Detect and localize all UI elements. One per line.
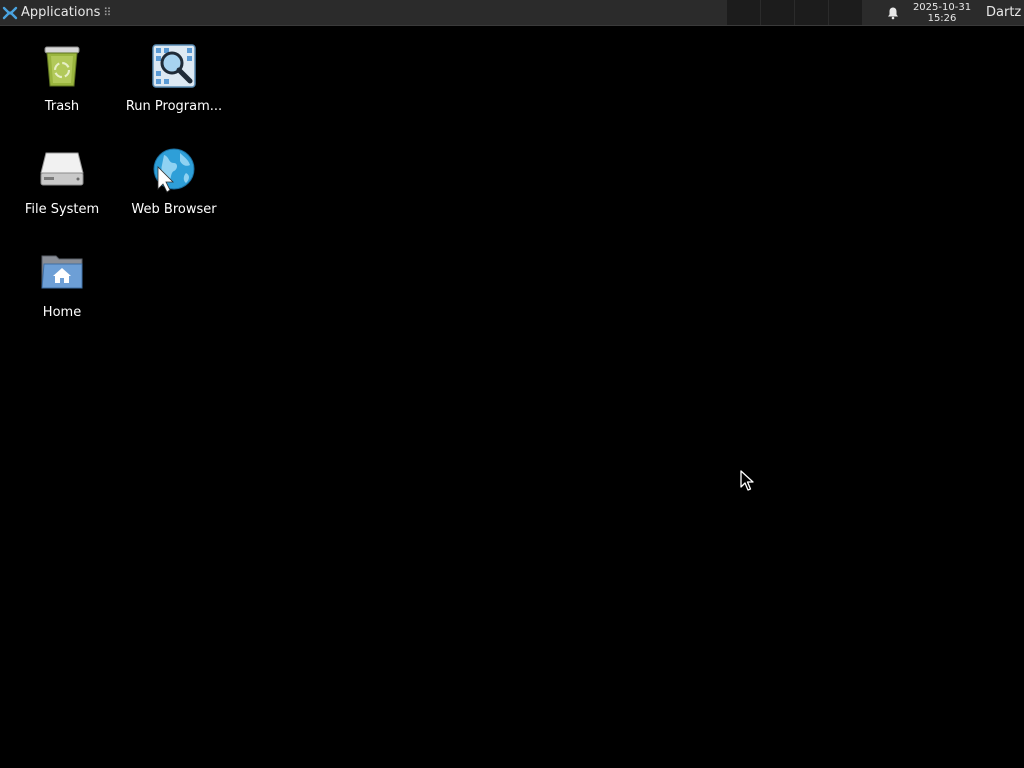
workspace-switcher bbox=[726, 0, 862, 26]
desktop-icon-label: File System bbox=[24, 202, 100, 217]
workspace-2[interactable] bbox=[760, 0, 794, 25]
panel-handle-icon[interactable]: ⠿ bbox=[103, 6, 111, 19]
desktop-icon-label: Run Program... bbox=[125, 99, 223, 114]
applications-label: Applications bbox=[21, 5, 101, 20]
applications-menu-button[interactable]: Applications ⠿ bbox=[0, 0, 115, 26]
workspace-1[interactable] bbox=[726, 0, 760, 25]
desktop-icon-home[interactable]: Home bbox=[10, 248, 114, 321]
desktop-icon-trash[interactable]: Trash bbox=[10, 42, 114, 115]
trash-icon bbox=[44, 46, 80, 87]
xfce-logo-icon bbox=[2, 5, 18, 20]
clock-time: 15:26 bbox=[927, 12, 957, 24]
desktop-icon-web-browser[interactable]: Web Browser bbox=[122, 145, 226, 218]
clock[interactable]: 2025-10-31 15:26 bbox=[906, 2, 978, 24]
globe-icon bbox=[153, 148, 195, 193]
desktop-icon-label: Web Browser bbox=[131, 202, 217, 217]
desktop-icon-label: Home bbox=[42, 305, 82, 320]
run-program-icon bbox=[152, 44, 196, 88]
desktop-icon-file-system[interactable]: File System bbox=[10, 145, 114, 218]
clock-date: 2025-10-31 bbox=[912, 1, 972, 13]
mouse-pointer-icon bbox=[740, 470, 754, 491]
drive-icon bbox=[40, 152, 84, 186]
desktop-icon-run-program[interactable]: Run Program... bbox=[122, 42, 226, 115]
workspace-4[interactable] bbox=[828, 0, 862, 25]
bell-icon bbox=[888, 7, 898, 19]
home-folder-icon bbox=[41, 255, 83, 289]
workspace-3[interactable] bbox=[794, 0, 828, 25]
user-menu[interactable]: Dartz bbox=[978, 5, 1024, 20]
top-panel: Applications ⠿ 2025-10-31 15:26 Dartz bbox=[0, 0, 1024, 26]
desktop-icon-label: Trash bbox=[44, 99, 80, 114]
notification-button[interactable] bbox=[880, 0, 906, 26]
